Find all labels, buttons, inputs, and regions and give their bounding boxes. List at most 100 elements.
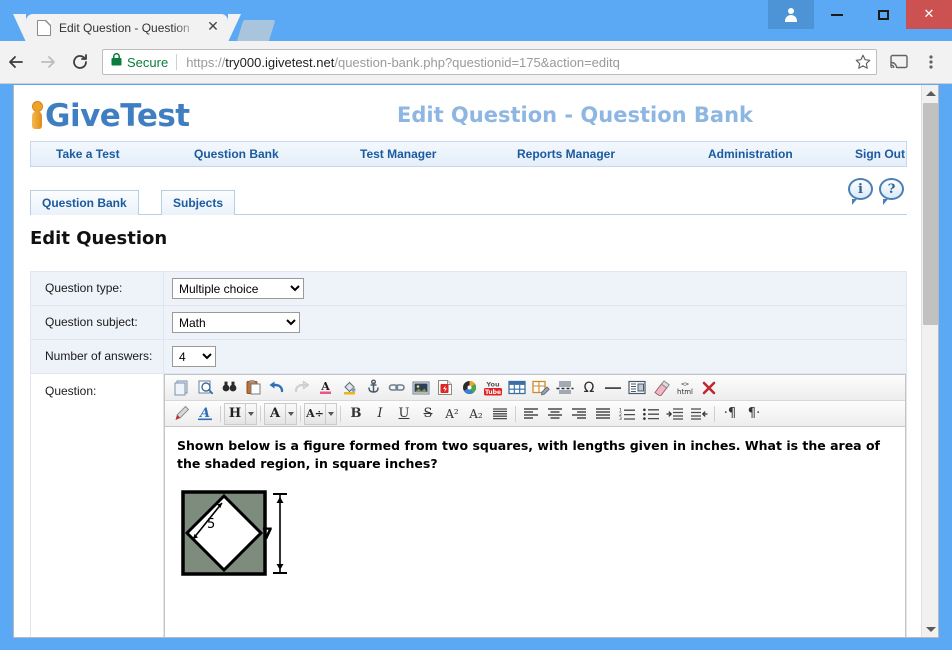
font-family-dropdown-chevron-down-icon[interactable]: [286, 402, 297, 425]
address-bar[interactable]: Secure https://try000.igivetest.net/ques…: [102, 49, 877, 75]
label-number-of-answers: Number of answers:: [30, 339, 164, 374]
cast-button[interactable]: [883, 46, 915, 78]
source-html-icon[interactable]: <> html: [673, 377, 697, 399]
heading-dropdown[interactable]: H: [224, 402, 246, 425]
new-tab-button[interactable]: [236, 20, 276, 42]
back-button[interactable]: [0, 46, 32, 78]
underline-icon[interactable]: U: [392, 403, 416, 425]
form-icon[interactable]: [625, 377, 649, 399]
eraser-icon[interactable]: [649, 377, 673, 399]
link-icon[interactable]: [385, 377, 409, 399]
superscript-icon[interactable]: A²: [440, 403, 464, 425]
italic-icon[interactable]: I: [368, 403, 392, 425]
align-justify-icon[interactable]: [591, 403, 615, 425]
nav-item-test-manager[interactable]: Test Manager: [360, 147, 436, 161]
undo-icon[interactable]: [265, 377, 289, 399]
tab-subjects[interactable]: Subjects: [161, 190, 236, 215]
sub-tab-bar: Question Bank Subjects i ?: [30, 178, 907, 215]
scroll-up-button[interactable]: [922, 85, 938, 102]
strikethrough-icon[interactable]: S: [416, 403, 440, 425]
igivetest-person-icon: [30, 100, 45, 130]
outdent-icon[interactable]: [687, 403, 711, 425]
bulleted-list-icon[interactable]: [639, 403, 663, 425]
main-navigation: Take a Test Question Bank Test Manager R…: [30, 141, 907, 167]
font-size-dropdown[interactable]: A÷: [304, 402, 326, 425]
browser-menu-button[interactable]: [915, 46, 947, 78]
font-style-icon[interactable]: A: [193, 403, 217, 425]
user-account-icon: [784, 7, 798, 22]
anchor-icon[interactable]: [361, 377, 385, 399]
justify-block-icon[interactable]: [488, 403, 512, 425]
site-header: GiveTest Edit Question - Question Bank: [14, 85, 923, 141]
nav-item-sign-out[interactable]: Sign Out: [855, 147, 905, 161]
rich-text-editor[interactable]: A You Tube Ω <> html A H A A÷ B I U S A²…: [164, 374, 906, 637]
media-icon[interactable]: [457, 377, 481, 399]
subscript-icon[interactable]: A₂: [464, 403, 488, 425]
tab-question-bank[interactable]: Question Bank: [30, 190, 139, 215]
browser-tab[interactable]: Edit Question - Question ✕: [13, 14, 241, 42]
nav-item-administration[interactable]: Administration: [708, 147, 793, 161]
nav-item-take-a-test[interactable]: Take a Test: [56, 147, 120, 161]
close-button[interactable]: ✕: [906, 0, 952, 29]
page-break-icon[interactable]: [553, 377, 577, 399]
align-right-icon[interactable]: [567, 403, 591, 425]
figure-label-height: 7: [262, 524, 273, 543]
preview-icon[interactable]: [193, 377, 217, 399]
youtube-icon[interactable]: You Tube: [481, 377, 505, 399]
forward-button[interactable]: [32, 46, 64, 78]
align-left-icon[interactable]: [519, 403, 543, 425]
scrollbar-thumb[interactable]: [923, 103, 938, 325]
two-squares-shaded-region-figure: 5 7: [177, 487, 297, 587]
table-icon[interactable]: [505, 377, 529, 399]
editor-content-area[interactable]: Shown below is a figure formed from two …: [165, 427, 905, 637]
image-icon[interactable]: [409, 377, 433, 399]
find-icon[interactable]: [217, 377, 241, 399]
question-subject-select[interactable]: Math: [172, 312, 300, 333]
label-question: Question:: [30, 373, 164, 637]
bookmark-button[interactable]: [854, 53, 872, 76]
scroll-down-button[interactable]: [922, 621, 938, 637]
font-family-dropdown[interactable]: A: [264, 402, 286, 425]
numbered-list-icon[interactable]: 123: [615, 403, 639, 425]
scroll-up-arrow-icon: [925, 91, 936, 96]
flash-icon[interactable]: [433, 377, 457, 399]
help-button[interactable]: ?: [879, 178, 904, 205]
maximize-button[interactable]: [860, 0, 906, 29]
rtl-icon[interactable]: ¶·: [742, 403, 766, 425]
background-color-icon[interactable]: [337, 377, 361, 399]
tab-close-icon[interactable]: ✕: [206, 20, 220, 35]
nav-item-reports-manager[interactable]: Reports Manager: [517, 147, 615, 161]
user-account-button[interactable]: [768, 0, 814, 29]
page-scrollbar[interactable]: [921, 85, 938, 637]
site-logo-text: GiveTest: [45, 98, 190, 134]
page-viewport: GiveTest Edit Question - Question Bank T…: [13, 85, 939, 638]
secure-label: Secure: [127, 54, 169, 70]
ltr-icon[interactable]: ·¶: [718, 403, 742, 425]
table-properties-icon[interactable]: [529, 377, 553, 399]
edit-question-form: Question type: Multiple choice Question …: [30, 271, 907, 637]
info-icon: i: [848, 178, 873, 200]
bold-icon[interactable]: B: [344, 403, 368, 425]
number-of-answers-select[interactable]: 4: [172, 346, 216, 367]
heading-dropdown-chevron-down-icon[interactable]: [246, 402, 257, 425]
font-size-dropdown-chevron-down-icon[interactable]: [326, 402, 337, 425]
indent-icon[interactable]: [663, 403, 687, 425]
brush-icon[interactable]: [169, 403, 193, 425]
paste-icon[interactable]: [241, 377, 265, 399]
nav-item-question-bank[interactable]: Question Bank: [194, 147, 279, 161]
reload-button[interactable]: [64, 46, 96, 78]
remove-format-icon[interactable]: [697, 377, 721, 399]
minimize-button[interactable]: [814, 0, 860, 29]
text-color-icon[interactable]: A: [313, 377, 337, 399]
special-character-icon[interactable]: Ω: [577, 377, 601, 399]
horizontal-rule-icon[interactable]: [601, 377, 625, 399]
svg-text:<>: <>: [681, 380, 689, 388]
new-page-icon[interactable]: [169, 377, 193, 399]
question-type-select[interactable]: Multiple choice: [172, 278, 304, 299]
redo-icon[interactable]: [289, 377, 313, 399]
site-logo[interactable]: GiveTest: [30, 98, 190, 134]
align-center-icon[interactable]: [543, 403, 567, 425]
info-button[interactable]: i: [848, 178, 873, 205]
reload-icon: [73, 54, 87, 69]
toolbar-right-icons: [883, 46, 952, 78]
